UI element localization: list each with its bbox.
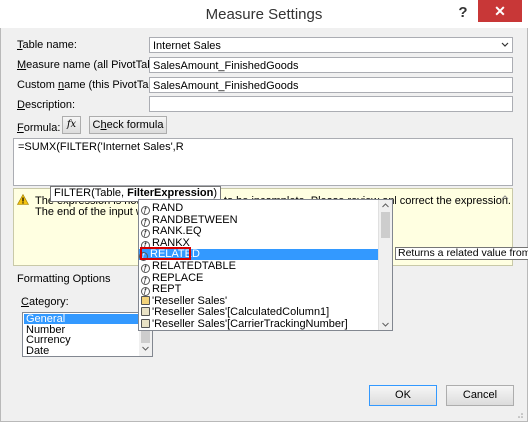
custom-name-input[interactable]: SalesAmount_FinishedGoods (149, 77, 513, 93)
help-button[interactable]: ? (452, 4, 474, 22)
category-item[interactable]: General (24, 314, 141, 325)
autocomplete-item[interactable]: ƒ RANDBETWEEN (141, 213, 238, 227)
autocomplete-item[interactable]: ƒ REPLACE (141, 271, 204, 285)
autocomplete-item[interactable]: ƒ RANK.EQ (141, 225, 202, 239)
chevron-down-icon[interactable] (499, 37, 511, 53)
cancel-button[interactable]: Cancel (446, 385, 514, 406)
category-item[interactable]: Date (24, 345, 141, 356)
table-name-select[interactable]: Internet Sales (149, 37, 513, 53)
custom-name-label: Custom name (this PivotTable): (17, 79, 170, 91)
autocomplete-item[interactable]: ƒ RAND (141, 202, 184, 215)
fx-button[interactable]: fx (62, 116, 81, 134)
category-item[interactable]: Currency (24, 335, 141, 346)
autocomplete-item-label: 'Reseller Sales' (152, 294, 228, 307)
window-title: Measure Settings (205, 6, 323, 23)
autocomplete-item[interactable]: ƒ RELATED (139, 247, 379, 262)
description-input[interactable] (149, 96, 513, 112)
close-button[interactable]: ✕ (478, 0, 522, 22)
column-icon (141, 319, 150, 328)
warning-icon (16, 193, 30, 208)
autocomplete-item-label: 'Reseller Sales'[CarrierTrackingNumber] (152, 318, 348, 330)
autocomplete-scrollbar[interactable] (378, 200, 392, 330)
autocomplete-item-label: RANK.EQ (152, 225, 202, 238)
column-icon (141, 307, 150, 317)
category-item[interactable]: Number (24, 324, 141, 335)
error-line-2: The end of the input was reached. (35, 206, 139, 218)
error-line-1-tail: e incomplete. Please review and correct … (395, 195, 511, 207)
highlight-box (140, 247, 191, 261)
autocomplete-item-label: REPT (152, 283, 182, 296)
table-name-value: Internet Sales (153, 40, 221, 52)
autocomplete-item[interactable]: 'Reseller Sales'[CalculatedColumn1] (141, 307, 329, 318)
autocomplete-item-label: RANDBETWEEN (152, 213, 238, 226)
check-formula-button[interactable]: Check formula (89, 116, 167, 134)
autocomplete-item[interactable]: ƒ RELATEDTABLE (141, 260, 236, 273)
autocomplete-item-label: RELATEDTABLE (152, 260, 236, 272)
autocomplete-item[interactable]: 'Reseller Sales' (141, 294, 228, 307)
table-name-label: Table name: (17, 39, 77, 51)
category-list[interactable]: General Number Currency Date (22, 312, 153, 357)
autocomplete-item-label: REPLACE (152, 271, 204, 284)
autocomplete-item[interactable]: 'Reseller Sales'[CarrierTrackingNumber] (141, 319, 348, 330)
table-icon (141, 295, 150, 305)
fx-icon: fx (66, 119, 77, 130)
autocomplete-item-label: 'Reseller Sales'[CalculatedColumn1] (152, 306, 330, 319)
autocomplete-item-label: RAND (152, 202, 184, 214)
hint-tooltip: Returns a related value from anoth (395, 247, 528, 260)
description-label: Description: (17, 99, 76, 111)
formula-label: Formula: (17, 122, 61, 134)
resize-grip-icon[interactable] (514, 409, 524, 419)
measure-name-input[interactable]: SalesAmount_FinishedGoods (149, 57, 513, 73)
formatting-heading: Formatting Options (17, 273, 111, 285)
formula-editor[interactable]: =SUMX(FILTER('Internet Sales',R (13, 138, 513, 186)
formula-text: =SUMX(FILTER('Internet Sales',R (18, 141, 184, 153)
ok-button[interactable]: OK (369, 385, 437, 406)
autocomplete-item[interactable]: ƒ REPT (141, 283, 182, 297)
category-label: Category: (21, 296, 69, 308)
autocomplete-list[interactable]: ƒ RAND ƒ RANDBETWEEN ƒ RANK.EQ ƒ RANKX ƒ RELATED ƒ… (138, 199, 393, 331)
